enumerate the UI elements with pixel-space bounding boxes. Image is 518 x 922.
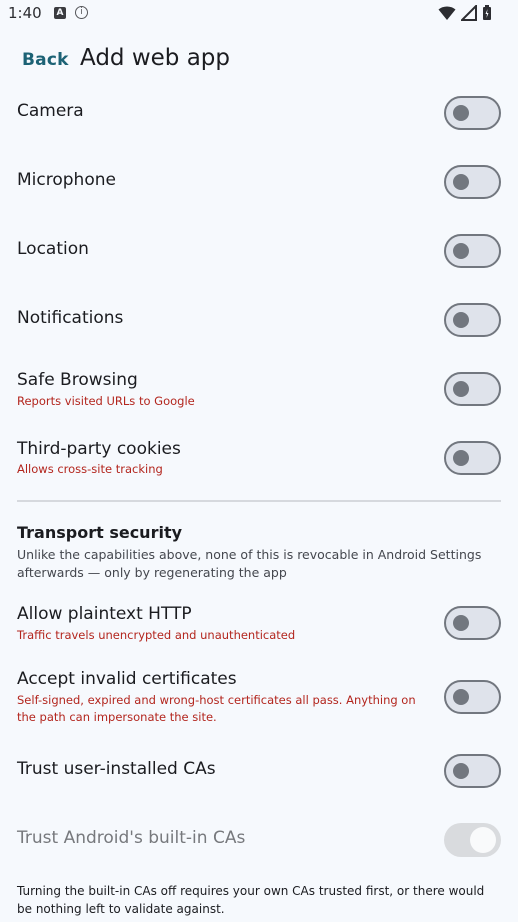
setting-label: Accept invalid certificates [17,669,237,689]
toggle-knob [453,763,469,779]
setting-label: Location [17,239,89,259]
setting-row-microphone: Microphone [0,165,518,199]
status-bar: 1:40 A i [0,0,518,28]
setting-label: Notifications [17,308,124,328]
user-cas-toggle[interactable] [444,754,501,788]
setting-row-invalid-certificates: Accept invalid certificates Self-signed,… [0,669,518,729]
setting-label: Trust user-installed CAs [17,759,216,779]
setting-row-user-cas: Trust user-installed CAs [0,754,518,788]
toggle-knob [453,174,469,190]
toggle-knob [453,381,469,397]
status-icons [438,5,492,21]
setting-row-plaintext-http: Allow plaintext HTTP Traffic travels une… [0,604,518,644]
notification-info-icon: i [75,6,88,19]
setting-row-safe-browsing: Safe Browsing Reports visited URLs to Go… [0,370,518,410]
footer-note: Turning the built-in CAs off requires yo… [17,884,485,916]
setting-label: Camera [17,101,84,121]
setting-warning: Allows cross-site tracking [17,462,163,476]
plaintext-http-toggle[interactable] [444,606,501,640]
notification-a-icon: A [54,7,66,19]
microphone-toggle[interactable] [444,165,501,199]
notifications-toggle[interactable] [444,303,501,337]
setting-label: Microphone [17,170,116,190]
toggle-knob [453,615,469,631]
toggle-knob [453,243,469,259]
setting-label: Safe Browsing [17,370,138,390]
section-title: Transport security [17,523,183,542]
setting-label: Allow plaintext HTTP [17,604,192,624]
setting-warning: Reports visited URLs to Google [17,394,195,408]
toggle-knob [453,689,469,705]
toggle-knob [453,450,469,466]
status-time: 1:40 [8,4,42,22]
page-title: Add web app [80,45,231,71]
section-description: Unlike the capabilities above, none of t… [17,547,482,580]
camera-toggle[interactable] [444,96,501,130]
toggle-knob [453,105,469,121]
invalid-certificates-toggle[interactable] [444,680,501,714]
setting-label: Third-party cookies [17,439,181,459]
wifi-icon [438,6,456,20]
setting-row-third-party-cookies: Third-party cookies Allows cross-site tr… [0,439,518,479]
battery-icon [483,5,491,20]
app-bar: Back Add web app [0,40,518,84]
setting-warning: Self-signed, expired and wrong-host cert… [17,693,416,724]
setting-label: Trust Android's built-in CAs [17,828,246,848]
setting-row-location: Location [0,234,518,268]
back-button[interactable]: Back [22,50,69,70]
builtin-cas-toggle [444,823,501,857]
signal-icon [460,5,477,21]
setting-warning: Traffic travels unencrypted and unauthen… [17,628,296,642]
safe-browsing-toggle[interactable] [444,372,501,406]
toggle-knob [453,312,469,328]
setting-row-notifications: Notifications [0,303,518,337]
setting-row-builtin-cas: Trust Android's built-in CAs [0,823,518,857]
third-party-cookies-toggle[interactable] [444,441,501,475]
divider [17,500,501,502]
location-toggle[interactable] [444,234,501,268]
toggle-knob [470,827,496,853]
setting-row-camera: Camera [0,96,518,130]
